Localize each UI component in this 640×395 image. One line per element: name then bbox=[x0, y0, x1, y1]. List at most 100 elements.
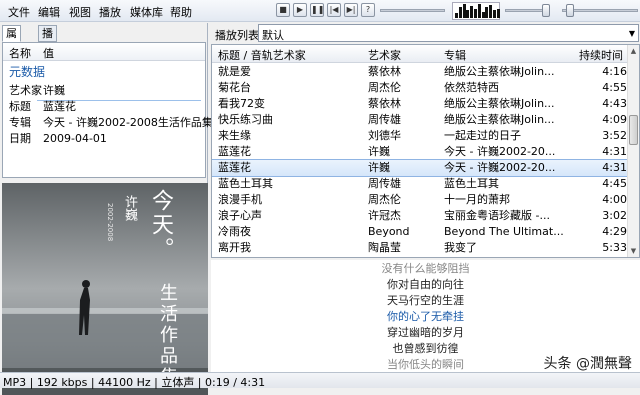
properties-header: 名称 值 bbox=[3, 43, 205, 61]
track-duration: 4:16 bbox=[602, 65, 627, 78]
track-title: 就是爱 bbox=[218, 65, 251, 78]
menu-help[interactable]: 帮助 bbox=[170, 4, 192, 20]
previous-icon[interactable]: |◀ bbox=[327, 3, 341, 17]
play-icon[interactable]: ▶ bbox=[293, 3, 307, 17]
album-title-text: 今天。 bbox=[148, 189, 173, 261]
col-name[interactable]: 名称 bbox=[9, 45, 31, 61]
table-row[interactable]: 就是爱 蔡依林 绝版公主蔡依琳Jolin... 4:16 bbox=[212, 64, 628, 80]
table-row[interactable]: 冷雨夜 Beyond Beyond The Ultimat... 4:29 bbox=[212, 224, 628, 240]
chevron-down-icon[interactable]: ▼ bbox=[629, 29, 635, 38]
col-value[interactable]: 值 bbox=[43, 45, 54, 61]
spectrum-bar bbox=[496, 9, 500, 18]
album-years-text: 2002-2008 bbox=[106, 203, 114, 242]
table-row[interactable]: 蓝色土耳其 周传雄 蓝色土耳其 4:45 bbox=[212, 176, 628, 192]
table-row[interactable]: 看我72变 蔡依林 绝版公主蔡依琳Jolin... 4:43 bbox=[212, 96, 628, 112]
track-album: 今天 - 许巍2002-20... bbox=[444, 145, 556, 158]
prop-key: 专辑 bbox=[9, 116, 31, 129]
watermark-text: 头条 @潤無聲 bbox=[543, 356, 632, 372]
lyric-line: 没有什么能够阻挡 bbox=[381, 262, 470, 275]
table-row[interactable]: 蓝莲花 许巍 今天 - 许巍2002-20... 4:31 bbox=[212, 144, 628, 160]
col-artist[interactable]: 艺术家 bbox=[368, 47, 438, 63]
track-title: 菊花台 bbox=[218, 81, 251, 94]
spectrum-bar bbox=[477, 4, 481, 18]
table-row[interactable]: 来生缘 刘德华 一起走过的日子 3:52 bbox=[212, 128, 628, 144]
menu-playback[interactable]: 播放 bbox=[99, 4, 121, 20]
track-title: 浪子心声 bbox=[218, 209, 262, 222]
track-title: 快乐练习曲 bbox=[218, 113, 273, 126]
next-icon[interactable]: ▶| bbox=[344, 3, 358, 17]
track-artist: 刘德华 bbox=[368, 129, 401, 142]
volume-thumb[interactable] bbox=[542, 4, 550, 17]
table-row[interactable]: 离开我 陶晶莹 我变了 5:33 bbox=[212, 240, 628, 256]
prop-value: 许巍 bbox=[43, 84, 65, 97]
table-row[interactable]: 菊花台 周杰伦 依然范特西 4:55 bbox=[212, 80, 628, 96]
col-album[interactable]: 专辑 bbox=[444, 47, 564, 63]
track-duration: 4:00 bbox=[602, 193, 627, 206]
track-title: 来生缘 bbox=[218, 129, 251, 142]
track-album: 依然范特西 bbox=[444, 81, 499, 94]
track-album: 绝版公主蔡依琳Jolin... bbox=[444, 65, 555, 78]
tab-properties[interactable]: 属性 bbox=[2, 25, 21, 55]
vertical-scrollbar[interactable]: ▲ ▼ bbox=[627, 45, 639, 257]
track-duration: 4:29 bbox=[602, 225, 627, 238]
track-title: 蓝色土耳其 bbox=[218, 177, 273, 190]
playlist-selector-label: 播放列表: bbox=[215, 29, 263, 42]
playlist-selector-value: 默认 bbox=[262, 29, 284, 42]
track-artist: Beyond bbox=[368, 225, 410, 238]
track-duration: 4:09 bbox=[602, 113, 627, 126]
menu-file[interactable]: 文件 bbox=[8, 4, 30, 20]
seek-bar[interactable] bbox=[380, 9, 445, 12]
prop-value: 今天 - 许巍2002-2008生活作品集 bbox=[43, 116, 213, 129]
spectrum-bar bbox=[481, 12, 485, 18]
table-row[interactable]: 蓝莲花 许巍 今天 - 许巍2002-20... 4:31 bbox=[212, 159, 629, 177]
track-album: 一起走过的日子 bbox=[444, 129, 521, 142]
playlist-selector[interactable]: 默认 ▼ bbox=[258, 24, 639, 42]
table-row[interactable]: 浪漫手机 周杰伦 十一月的萧邦 4:00 bbox=[212, 192, 628, 208]
menu-bar: 文件 编辑 视图 播放 媒体库 帮助 ■ ▶ ❚❚ |◀ ▶| ? bbox=[0, 0, 640, 22]
col-duration[interactable]: 持续时间 bbox=[579, 47, 629, 63]
track-duration: 3:02 bbox=[602, 209, 627, 222]
scroll-up-icon[interactable]: ▲ bbox=[628, 45, 639, 57]
random-icon[interactable]: ? bbox=[361, 3, 375, 17]
pause-icon[interactable]: ❚❚ bbox=[310, 3, 324, 17]
properties-panel: 名称 值 元数据 艺术家 许巍 标题 蓝莲花 专辑 今天 - 许巍2002-20… bbox=[2, 42, 213, 178]
track-album: 绝版公主蔡依琳Jolin... bbox=[444, 113, 555, 126]
metadata-group: 元数据 bbox=[9, 65, 46, 79]
album-artist-text: 许巍 bbox=[122, 195, 137, 221]
tab-playlists[interactable]: 播放列表 bbox=[38, 25, 57, 85]
menu-edit[interactable]: 编辑 bbox=[38, 4, 60, 20]
menu-library[interactable]: 媒体库 bbox=[130, 4, 163, 20]
track-duration: 4:45 bbox=[602, 177, 627, 190]
scroll-down-icon[interactable]: ▼ bbox=[628, 245, 639, 257]
scroll-thumb[interactable] bbox=[629, 115, 638, 145]
album-art: 今天。 许巍 生活作品集 2002-2008 bbox=[2, 183, 208, 395]
track-artist: 陶晶莹 bbox=[368, 241, 401, 254]
track-duration: 4:55 bbox=[602, 81, 627, 94]
track-duration: 4:31 bbox=[602, 145, 627, 158]
spectrum-bar bbox=[489, 5, 493, 18]
seek-thumb[interactable] bbox=[566, 4, 574, 17]
track-album: 宝丽金粤语珍藏版 -... bbox=[444, 209, 550, 222]
stop-icon[interactable]: ■ bbox=[276, 3, 290, 17]
track-list-header: 标题 / 音轨艺术家 艺术家 专辑 持续时间 bbox=[212, 45, 628, 63]
prop-key: 日期 bbox=[9, 132, 31, 145]
track-duration: 3:52 bbox=[602, 129, 627, 142]
spectrum-bar bbox=[470, 6, 474, 18]
prop-key: 艺术家 bbox=[9, 84, 42, 97]
track-artist: 蔡依林 bbox=[368, 65, 401, 78]
table-row[interactable]: 浪子心声 许冠杰 宝丽金粤语珍藏版 -... 3:02 bbox=[212, 208, 628, 224]
track-album: Beyond The Ultimat... bbox=[444, 225, 564, 238]
spectrum-bar bbox=[493, 10, 496, 18]
track-album: 我变了 bbox=[444, 241, 477, 254]
status-bar: MP3 | 192 kbps | 44100 Hz | 立体声 | 0:19 /… bbox=[0, 372, 640, 389]
menu-view[interactable]: 视图 bbox=[69, 4, 91, 20]
spectrum-bar bbox=[455, 13, 458, 18]
col-title[interactable]: 标题 / 音轨艺术家 bbox=[218, 47, 358, 63]
lyric-line: 天马行空的生涯 bbox=[387, 294, 464, 307]
spectrum-bar bbox=[474, 9, 477, 18]
spectrum-visualizer bbox=[452, 2, 500, 20]
lyric-line: 穿过幽暗的岁月 bbox=[387, 326, 464, 339]
prop-key: 标题 bbox=[9, 100, 31, 113]
table-row[interactable]: 快乐练习曲 周传雄 绝版公主蔡依琳Jolin... 4:09 bbox=[212, 112, 628, 128]
right-panel: 播放列表: 默认 ▼ 标题 / 音轨艺术家 艺术家 专辑 持续时间 就是爱 蔡依林… bbox=[211, 23, 640, 372]
